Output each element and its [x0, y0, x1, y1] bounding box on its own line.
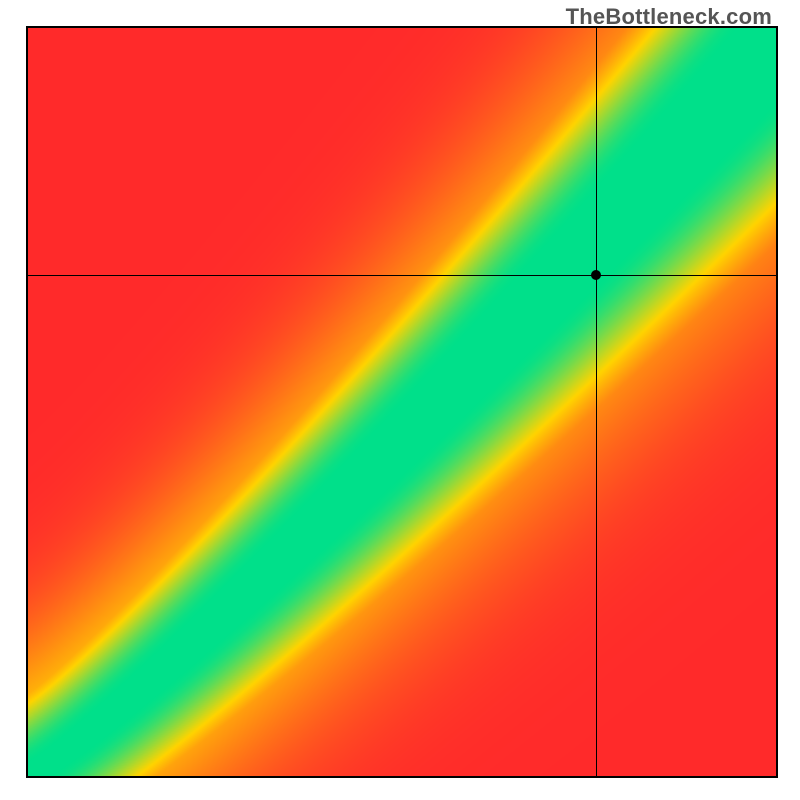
chart-frame: TheBottleneck.com [0, 0, 800, 800]
heatmap-canvas [28, 28, 776, 776]
crosshair-horizontal [28, 275, 776, 276]
marker-dot [591, 270, 601, 280]
crosshair-vertical [596, 28, 597, 776]
plot-area [26, 26, 778, 778]
